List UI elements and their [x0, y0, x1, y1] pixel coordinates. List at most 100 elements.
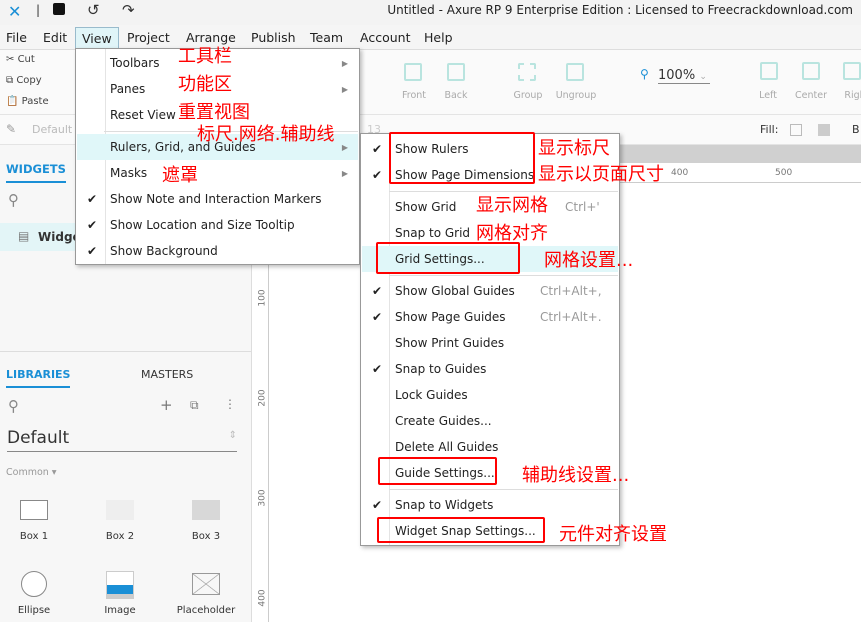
zoom-value: 100%	[658, 68, 696, 83]
check-icon: ✔	[87, 244, 98, 258]
menu-item-show-page-guides[interactable]: ✔ Show Page Guides Ctrl+Alt+.	[362, 304, 618, 330]
menu-item-show-note-markers[interactable]: ✔ Show Note and Interaction Markers	[77, 186, 358, 212]
save-icon[interactable]	[53, 3, 65, 15]
ungroup-label: Ungroup	[555, 90, 597, 101]
menu-item-show-location-tooltip[interactable]: ✔ Show Location and Size Tooltip	[77, 212, 358, 238]
zoom-select[interactable]: 100% ⌄	[658, 68, 710, 84]
check-icon: ✔	[372, 284, 383, 298]
highlight-box	[378, 457, 497, 485]
front-icon[interactable]	[404, 63, 422, 81]
menu-item-snap-to-widgets[interactable]: ✔ Snap to Widgets	[362, 492, 618, 518]
cut-button[interactable]: ✂ Cut	[6, 54, 35, 65]
label: Toolbars	[110, 56, 160, 70]
menu-item-snap-to-guides[interactable]: ✔ Snap to Guides	[362, 356, 618, 382]
box3-widget[interactable]	[192, 500, 220, 520]
window-title: Untitled - Axure RP 9 Enterprise Edition…	[387, 3, 853, 17]
group-label: Group	[513, 90, 543, 101]
fill-label: Fill:	[760, 123, 779, 136]
label: Lock Guides	[395, 388, 468, 402]
menu-item-show-background[interactable]: ✔ Show Background	[77, 238, 358, 264]
page-icon: ▤	[18, 229, 30, 243]
box2-label: Box 2	[105, 531, 135, 542]
highlight-box	[389, 132, 535, 184]
menu-publish[interactable]: Publish	[251, 30, 296, 45]
shadow-swatch[interactable]	[818, 124, 830, 136]
menu-file[interactable]: File	[6, 30, 27, 45]
annotation: 功能区	[178, 74, 232, 95]
chevron-right-icon: ▶	[341, 59, 348, 68]
align-center-icon[interactable]	[802, 62, 820, 80]
annotation: 显示网格	[476, 195, 548, 216]
tab-widgets[interactable]: WIDGETS	[6, 162, 66, 183]
ruler-tick: 100	[257, 289, 268, 307]
back-label: Back	[444, 90, 468, 101]
box1-label: Box 1	[19, 531, 49, 542]
cut-label: Cut	[17, 54, 35, 65]
menu-edit[interactable]: Edit	[43, 30, 67, 45]
category-toggle[interactable]: Common ▾	[6, 467, 57, 478]
ellipse-widget[interactable]	[21, 571, 47, 597]
border-label: B	[852, 123, 860, 136]
shortcut: Ctrl+Alt+.	[540, 310, 602, 324]
tab-masters[interactable]: MASTERS	[141, 368, 193, 381]
label: Show Background	[110, 244, 218, 258]
align-right-icon[interactable]	[843, 62, 861, 80]
fill-color-swatch[interactable]	[790, 124, 802, 136]
ruler-tick: 400	[671, 168, 689, 178]
search-icon[interactable]: ⚲	[8, 397, 19, 415]
label: Snap to Grid	[395, 226, 471, 240]
box3-label: Box 3	[191, 531, 221, 542]
check-icon: ✔	[372, 142, 383, 156]
paste-button[interactable]: 📋 Paste	[6, 96, 49, 107]
title-bar: ✕ | ↺ ↷ Untitled - Axure RP 9 Enterprise…	[0, 0, 861, 25]
add-icon[interactable]: +	[160, 396, 173, 414]
redo-icon[interactable]: ↷	[122, 1, 135, 19]
back-icon[interactable]	[447, 63, 465, 81]
label: Snap to Widgets	[395, 498, 494, 512]
menu-team[interactable]: Team	[310, 30, 343, 45]
undo-icon[interactable]: ↺	[87, 1, 100, 19]
align-left-icon[interactable]	[760, 62, 778, 80]
menu-item-show-global-guides[interactable]: ✔ Show Global Guides Ctrl+Alt+,	[362, 278, 618, 304]
copy-button[interactable]: ⧉ Copy	[6, 75, 42, 86]
check-icon: ✔	[372, 498, 383, 512]
menu-item-create-guides[interactable]: Create Guides...	[362, 408, 618, 434]
menu-item-show-print-guides[interactable]: Show Print Guides	[362, 330, 618, 356]
box2-widget[interactable]	[106, 500, 134, 520]
menu-view[interactable]: View	[75, 27, 119, 50]
check-icon: ✔	[372, 310, 383, 324]
ungroup-icon[interactable]	[566, 63, 584, 81]
library-select[interactable]: Default ⇕	[7, 428, 237, 452]
ruler-tick: 200	[257, 389, 268, 407]
zoom-icon: ⚲	[640, 67, 649, 81]
align-right-label: Righ	[844, 90, 861, 101]
check-icon: ✔	[87, 192, 98, 206]
style-select[interactable]: Default	[32, 123, 72, 136]
copy-label: Copy	[16, 75, 42, 86]
chevron-right-icon: ▶	[341, 169, 348, 178]
menu-account[interactable]: Account	[360, 30, 410, 45]
menu-item-masks[interactable]: Masks ▶	[77, 160, 358, 186]
menu-help[interactable]: Help	[424, 30, 453, 45]
group-icon[interactable]	[518, 63, 536, 81]
library-copy-icon[interactable]: ⧉	[190, 398, 199, 413]
check-icon: ✔	[372, 362, 383, 376]
more-icon[interactable]: ⋮	[224, 397, 236, 411]
box1-widget[interactable]	[20, 500, 48, 520]
label: Show Note and Interaction Markers	[110, 192, 322, 206]
label: Delete All Guides	[395, 440, 499, 454]
chevron-right-icon: ▶	[341, 143, 348, 152]
menu-separator	[389, 489, 618, 490]
label: Snap to Guides	[395, 362, 487, 376]
image-widget[interactable]	[106, 571, 134, 599]
label: Show Page Guides	[395, 310, 506, 324]
annotation: 显示以页面尺寸	[538, 164, 664, 185]
check-icon: ✔	[87, 218, 98, 232]
label: Reset View	[110, 108, 176, 122]
menu-project[interactable]: Project	[127, 30, 170, 45]
placeholder-widget[interactable]	[192, 573, 220, 595]
menu-item-lock-guides[interactable]: Lock Guides	[362, 382, 618, 408]
search-icon[interactable]: ⚲	[8, 191, 19, 209]
tab-libraries[interactable]: LIBRARIES	[6, 368, 71, 388]
divider	[0, 351, 252, 352]
